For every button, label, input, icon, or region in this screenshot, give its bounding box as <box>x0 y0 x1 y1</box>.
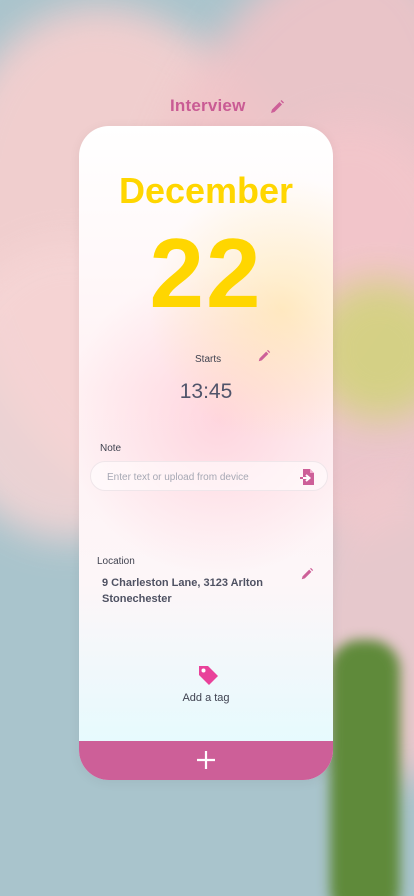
add-tag-button[interactable]: Add a tag <box>79 692 333 704</box>
note-input[interactable] <box>105 462 299 492</box>
upload-file-icon[interactable] <box>299 468 317 486</box>
edit-location-icon[interactable] <box>300 567 314 581</box>
day-number: 22 <box>149 218 263 328</box>
edit-title-icon[interactable] <box>269 99 285 115</box>
event-card: December 22 Starts 13:45 Note Location 9… <box>79 126 333 780</box>
address-line-2: Stonechester <box>102 593 172 605</box>
note-field <box>90 461 328 492</box>
plus-icon <box>197 751 215 769</box>
event-title: Interview <box>170 96 246 115</box>
address-line-1: 9 Charleston Lane, 3123 Arlton <box>102 577 263 589</box>
edit-start-time-icon[interactable] <box>257 349 271 363</box>
location-address: 9 Charleston Lane, 3123 Arlton Stoneches… <box>102 575 272 607</box>
add-button[interactable] <box>79 741 333 780</box>
tag-icon[interactable] <box>197 664 219 686</box>
note-label: Note <box>100 443 122 454</box>
header: Interview <box>0 96 414 120</box>
location-label: Location <box>97 556 135 567</box>
starts-label: Starts <box>195 354 222 365</box>
month-label: December <box>118 170 294 211</box>
start-time: 13:45 <box>179 380 233 403</box>
